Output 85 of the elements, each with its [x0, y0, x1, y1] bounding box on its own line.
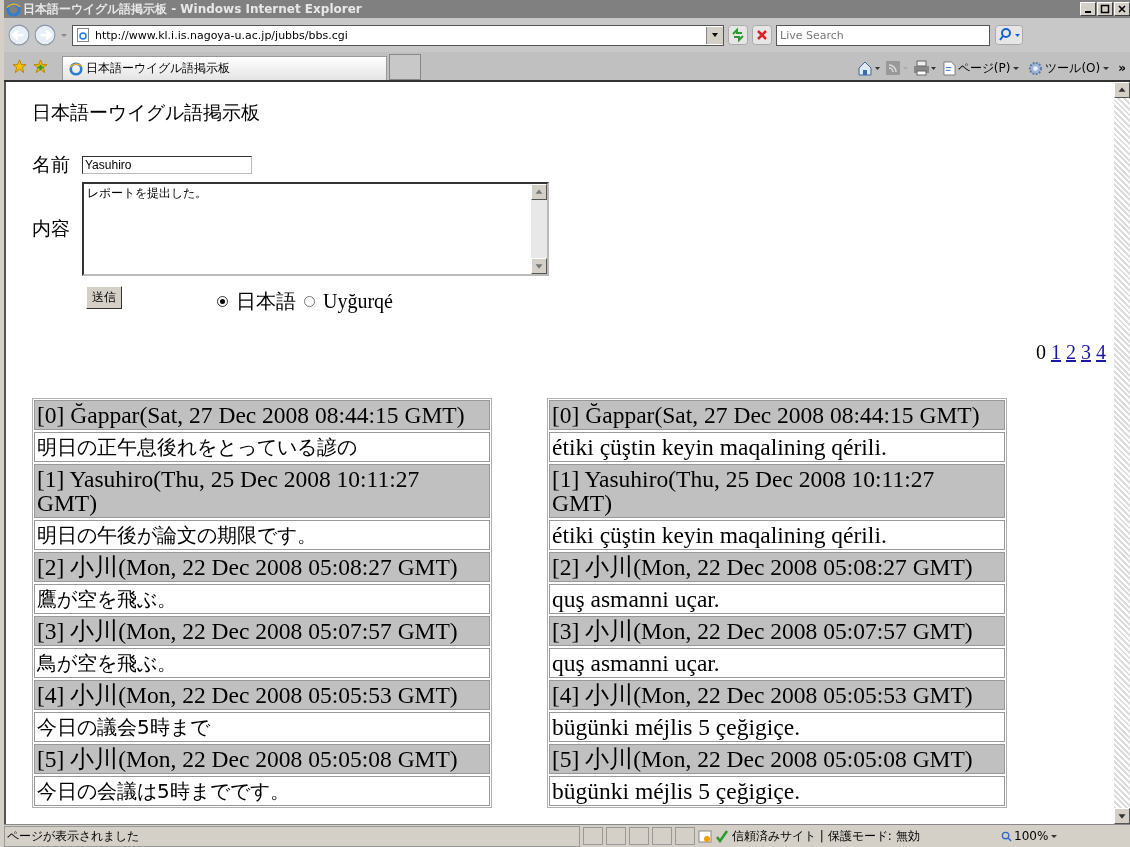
page-icon [77, 28, 89, 42]
status-panel [675, 827, 695, 845]
status-panel [606, 827, 626, 845]
post-header: [2] 小川(Mon, 22 Dec 2008 05:08:27 GMT) [549, 552, 1005, 582]
status-panel [629, 827, 649, 845]
scrollbar[interactable] [1114, 82, 1130, 824]
post-body: 今日の議会5時まで [34, 712, 490, 742]
post-body: bügünki méjlis 5 çeğigiçe. [549, 712, 1005, 742]
post-body: étiki çüştin keyin maqalining qérili. [549, 432, 1005, 462]
favorites-star-icon[interactable] [12, 59, 27, 74]
scroll-down-icon[interactable] [531, 258, 547, 274]
post-body: 鳥が空を飛ぶ。 [34, 648, 490, 678]
name-label: 名前 [32, 152, 71, 177]
caret-icon [1050, 832, 1059, 840]
page-link[interactable]: 1 [1051, 341, 1061, 364]
stop-button[interactable] [752, 25, 772, 45]
scroll-up-icon[interactable] [531, 184, 547, 200]
more-button[interactable]: » [1116, 61, 1128, 75]
post-header: [5] 小川(Mon, 22 Dec 2008 05:05:08 GMT) [549, 744, 1005, 774]
window-title: 日本語ーウイグル語掲示板 - Windows Internet Explorer [23, 0, 362, 18]
content-label: 内容 [32, 216, 71, 241]
radio-label: Uyğurqé [323, 290, 393, 313]
browser-tab[interactable]: 日本語ーウイグル語掲示板 [62, 56, 387, 80]
magnifier-icon [1001, 830, 1012, 842]
post-body: étiki çüştin keyin maqalining qérili. [549, 520, 1005, 550]
post-header: [2] 小川(Mon, 22 Dec 2008 05:08:27 GMT) [34, 552, 490, 582]
page-link[interactable]: 4 [1096, 341, 1106, 364]
status-panel [652, 827, 672, 845]
post-header: [0] Ğappar(Sat, 27 Dec 2008 08:44:15 GMT) [34, 400, 490, 430]
current-page: 0 [1036, 341, 1046, 364]
page-link[interactable]: 3 [1081, 341, 1091, 364]
post-header: [0] Ğappar(Sat, 27 Dec 2008 08:44:15 GMT) [549, 400, 1005, 430]
maximize-icon [1100, 4, 1110, 14]
page-link[interactable]: 2 [1066, 341, 1076, 364]
radio-button[interactable] [217, 296, 228, 307]
maximize-button[interactable] [1097, 2, 1113, 16]
post-header: [1] Yasuhiro(Thu, 25 Dec 2008 10:11:27 GMT) [34, 464, 490, 518]
dropdown-arrow-icon[interactable] [711, 31, 719, 39]
browser-logo-icon [69, 61, 83, 76]
radio-label: 日本語 [236, 288, 296, 315]
post-body: bügünki méjlis 5 çeğigiçe. [549, 776, 1005, 806]
post-body: quş asmanni uçar. [549, 584, 1005, 614]
back-button[interactable] [8, 24, 30, 46]
refresh-button[interactable] [728, 25, 748, 45]
page-title: 日本語ーウイグル語掲示板 [32, 100, 261, 125]
status-panel [583, 827, 603, 845]
minimize-button[interactable] [1080, 2, 1096, 16]
page-menu-button[interactable]: ページ(P) [940, 59, 1023, 77]
home-icon[interactable] [856, 60, 881, 76]
security-zone[interactable]: 信頼済みサイト | 保護モード: 無効 [732, 827, 972, 845]
browser-logo-icon [6, 1, 21, 17]
document-icon [942, 60, 956, 76]
close-button[interactable] [1114, 2, 1130, 16]
post-body: 今日の会議は5時までです。 [34, 776, 490, 806]
post-body: 明日の正午息後れをとっている諺の [34, 432, 490, 462]
post-header: [4] 小川(Mon, 22 Dec 2008 05:05:53 GMT) [34, 680, 490, 710]
forward-button[interactable] [34, 24, 56, 46]
post-body: 明日の午後が論文の期限です。 [34, 520, 490, 550]
post-header: [3] 小川(Mon, 22 Dec 2008 05:07:57 GMT) [549, 616, 1005, 646]
post-header: [4] 小川(Mon, 22 Dec 2008 05:05:53 GMT) [549, 680, 1005, 710]
search-button[interactable] [994, 25, 1024, 45]
scroll-down-icon[interactable] [1114, 808, 1130, 824]
name-field[interactable]: Yasuhiro [82, 156, 252, 174]
security-warning-icon[interactable] [698, 829, 712, 843]
post-header: [5] 小川(Mon, 22 Dec 2008 05:05:08 GMT) [34, 744, 490, 774]
search-field[interactable]: Live Search [776, 24, 990, 46]
checkmark-icon [715, 829, 729, 843]
address-field[interactable]: http://www.kl.i.is.nagoya-u.ac.jp/jubbs/bbs.cgi [72, 24, 724, 46]
scroll-up-icon[interactable] [1114, 82, 1130, 98]
gear-icon [1028, 60, 1044, 76]
post-header: [1] Yasuhiro(Thu, 25 Dec 2008 10:11:27 GMT) [549, 464, 1005, 518]
printer-icon[interactable] [912, 60, 937, 76]
close-icon [1117, 4, 1127, 14]
caret-icon [1102, 64, 1111, 72]
minimize-icon [1085, 11, 1091, 13]
radio-button[interactable] [304, 296, 315, 307]
status-text: ページが表示されました [4, 825, 580, 847]
content-field[interactable]: レポートを提出した。 [82, 182, 549, 276]
zoom-button[interactable]: 100% [995, 828, 1065, 844]
caret-icon [1012, 64, 1021, 72]
post-header: [3] 小川(Mon, 22 Dec 2008 05:07:57 GMT) [34, 616, 490, 646]
tools-menu-button[interactable]: ツール(O) [1026, 59, 1113, 77]
post-body: quş asmanni uçar. [549, 648, 1005, 678]
post-body: 鷹が空を飛ぶ。 [34, 584, 490, 614]
submit-button[interactable]: 送信 [86, 286, 122, 309]
